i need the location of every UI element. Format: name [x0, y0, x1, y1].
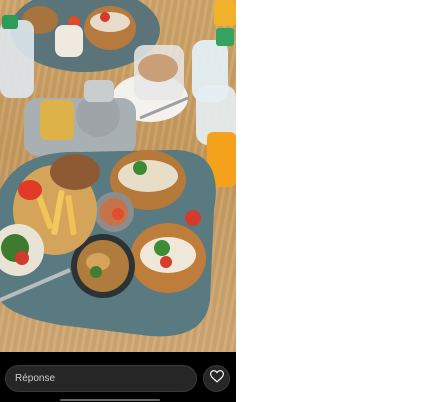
reply-placeholder: Réponse	[15, 373, 56, 384]
like-button[interactable]	[203, 365, 230, 392]
home-indicator	[60, 399, 160, 401]
heart-icon	[209, 369, 224, 388]
story-viewer: Réponse	[0, 0, 236, 402]
food-illustration	[0, 0, 236, 337]
story-photo	[0, 0, 236, 352]
reply-input[interactable]: Réponse	[5, 365, 197, 392]
